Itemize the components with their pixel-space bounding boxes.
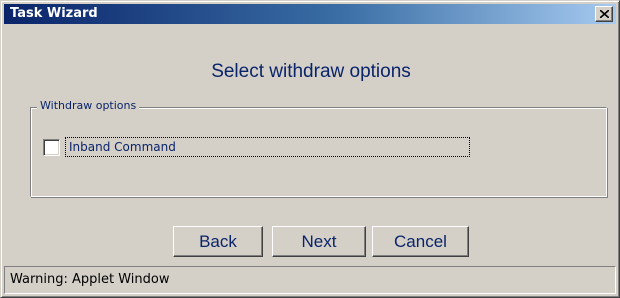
back-button[interactable]: Back: [173, 226, 263, 257]
window-title: Task Wizard: [10, 6, 98, 21]
withdraw-options-legend: Withdraw options: [37, 99, 140, 113]
title-bar[interactable]: Task Wizard: [4, 4, 616, 24]
status-bar: Warning: Applet Window: [4, 266, 616, 294]
cancel-button[interactable]: Cancel: [372, 226, 469, 257]
inband-command-label[interactable]: Inband Command: [65, 137, 470, 157]
next-button[interactable]: Next: [272, 226, 366, 257]
task-wizard-window: Task Wizard Select withdraw options With…: [0, 0, 620, 298]
close-button[interactable]: [595, 6, 613, 22]
page-heading: Select withdraw options: [211, 61, 411, 82]
inband-command-checkbox[interactable]: [43, 139, 60, 156]
status-text: Warning: Applet Window: [10, 272, 170, 287]
close-icon: [600, 10, 609, 18]
